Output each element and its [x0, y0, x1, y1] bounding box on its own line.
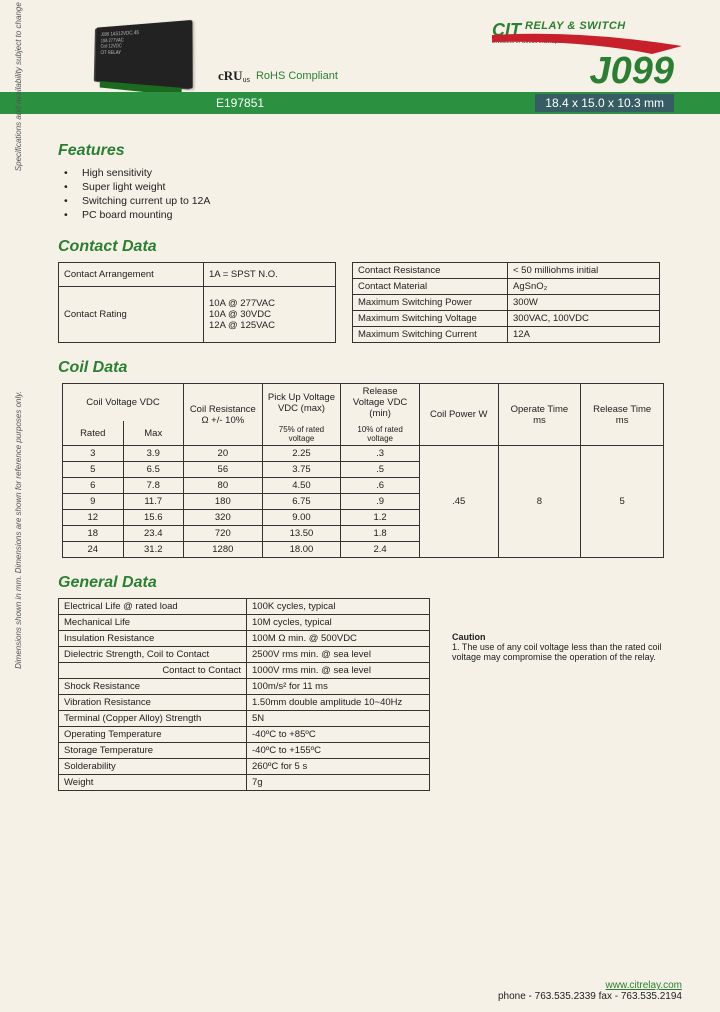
footer: www.citrelay.com phone - 763.535.2339 fa… — [498, 980, 682, 1002]
coil-table: Coil Voltage VDC Coil Resistance Ω +/- 1… — [62, 383, 664, 558]
general-row: Operating Temperature-40ºC to +85ºC — [59, 727, 430, 743]
contact-data-title: Contact Data — [58, 238, 682, 256]
caution-text: 1. The use of any coil voltage less than… — [452, 642, 662, 662]
side-note-dim: Dimensions shown in mm. Dimensions are s… — [14, 230, 23, 830]
general-row: Vibration Resistance1.50mm double amplit… — [59, 695, 430, 711]
general-row: Shock Resistance100m/s² for 11 ms — [59, 679, 430, 695]
footer-url: www.citrelay.com — [498, 980, 682, 991]
rohs-label: RoHS Compliant — [256, 70, 338, 82]
footer-contact: phone - 763.535.2339 fax - 763.535.2194 — [498, 991, 682, 1002]
brand-sub: RELAY & SWITCH — [525, 20, 626, 32]
contact-table-right: Contact Resistance< 50 milliohms initial… — [352, 262, 660, 343]
general-row: Mechanical Life10M cycles, typical — [59, 615, 430, 631]
feature-item: Super light weight — [82, 180, 682, 194]
general-row: Terminal (Copper Alloy) Strength5N — [59, 711, 430, 727]
file-number: E197851 — [216, 96, 264, 110]
features-title: Features — [58, 142, 682, 160]
contact-table-left: Contact Arrangement1A = SPST N.O. Contac… — [58, 262, 336, 343]
coil-data-title: Coil Data — [58, 359, 682, 377]
general-row: Dielectric Strength, Coil to Contact2500… — [59, 647, 430, 663]
feature-item: Switching current up to 12A — [82, 194, 682, 208]
general-row: Electrical Life @ rated load100K cycles,… — [59, 599, 430, 615]
caution-title: Caution — [452, 632, 662, 642]
dimensions: 18.4 x 15.0 x 10.3 mm — [535, 94, 674, 112]
general-row: Storage Temperature-40ºC to +155ºC — [59, 743, 430, 759]
caution-box: Caution 1. The use of any coil voltage l… — [452, 598, 662, 662]
ul-icon: cRUus — [218, 68, 250, 84]
header: J099 1AS12VDC.4510A 277VACCoil 12VDCCIT … — [58, 20, 682, 116]
general-row: Weight7g — [59, 775, 430, 791]
brand-logo: CIT RELAY & SWITCH Divisions of Circuit … — [492, 20, 682, 93]
general-row: Contact to Contact1000V rms min. @ sea l… — [59, 663, 430, 679]
general-data-title: General Data — [58, 574, 682, 592]
general-row: Insulation Resistance100M Ω min. @ 500VD… — [59, 631, 430, 647]
coil-row: 33.9202.25.3.4585 — [63, 446, 664, 462]
general-row: Solderability260ºC for 5 s — [59, 759, 430, 775]
general-table: Electrical Life @ rated load100K cycles,… — [58, 598, 430, 791]
feature-item: PC board mounting — [82, 208, 682, 222]
header-bar: E197851 18.4 x 15.0 x 10.3 mm — [0, 92, 720, 114]
swoosh-icon — [492, 32, 682, 58]
feature-item: High sensitivity — [82, 166, 682, 180]
cert-marks: cRUus RoHS Compliant — [218, 68, 338, 84]
product-image: J099 1AS12VDC.4510A 277VACCoil 12VDCCIT … — [95, 20, 192, 89]
features-list: High sensitivity Super light weight Swit… — [58, 166, 682, 222]
